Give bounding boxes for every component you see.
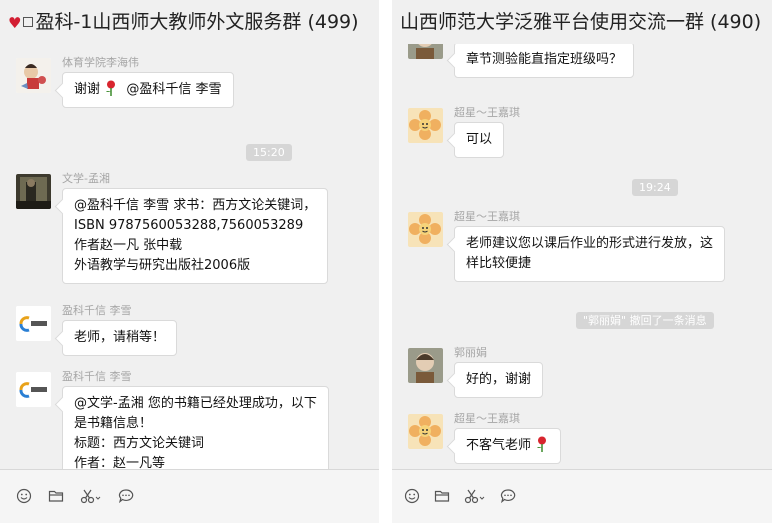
avatar[interactable] [408,348,443,383]
chat-title-bar: 山西师范大学泛雅平台使用交流一群 (490) [392,0,772,44]
message-bubble[interactable]: @盈科千信 李雪 求书：西方文论关键词， ISBN 9787560053288,… [62,188,329,284]
message-text: 好的，谢谢 [466,372,532,387]
brand-logo [16,372,51,407]
message-bubble[interactable]: 可以 [454,122,505,158]
message-text: @盈科千信 李雪 求书：西方文论关键词， [74,198,317,213]
placeholder-glyph-icon [23,16,34,27]
message-bubble[interactable]: 老师建议您以课后作业的形式进行发放，这 样比较便捷 [454,226,726,282]
chat-bubble-icon[interactable] [118,488,134,504]
chat-window-right: 山西师范大学泛雅平台使用交流一群 (490) 章节测验能直指定班级吗？ 超星～王… [392,0,772,523]
emoji-icon[interactable] [16,488,32,504]
message-text: ISBN 9787560053288,7560053289 [74,218,304,233]
sender-name: 盈科千信 李雪 [62,304,132,317]
message-text: 可以 [466,132,493,147]
sender-name: 体育学院李海伟 [62,56,139,69]
message-text: 外语教学与研究出版社2006版 [74,258,251,273]
chat-title: 盈科-1山西师大教师外文服务群 (499) [35,11,359,33]
message-list[interactable]: 体育学院李海伟 谢谢 @盈科千信 李雪 15:20 文学-孟湘 @盈科千信 李雪… [0,44,379,469]
avatar[interactable] [16,372,51,407]
message-text: 老师，请稍等！ [74,330,166,345]
message-text: 是书籍信息！ [74,416,153,431]
avatar[interactable] [16,306,51,341]
scissors-icon[interactable] [464,488,486,504]
message-text: @文学-孟湘 您的书籍已经处理成功，以下 [74,396,317,411]
message-text: 谢谢 [74,82,101,97]
input-toolbar [0,469,379,523]
sender-name: 超星～王嘉琪 [454,210,520,223]
input-toolbar [392,469,772,523]
message-bubble[interactable]: 好的，谢谢 [454,362,544,398]
sender-name: 超星～王嘉琪 [454,106,520,119]
avatar[interactable] [408,414,443,449]
avatar[interactable] [16,58,51,93]
message-text: 不客气老师 [466,438,532,453]
message-text: 作者：赵一凡等 [74,456,166,469]
rose-icon [537,436,547,452]
message-text: 样比较便捷 [466,256,532,271]
scissors-icon[interactable] [80,488,102,504]
message-text: 作者赵一凡 张中载 [74,238,183,253]
recall-notice: "郭丽娟" 撤回了一条消息 [576,312,714,329]
message-text: 标题：西方文论关键词 [74,436,205,451]
message-bubble[interactable]: 老师，请稍等！ [62,320,178,356]
message-list[interactable]: 章节测验能直指定班级吗？ 超星～王嘉琪 可以 19:24 超星～王嘉琪 老师建议… [392,44,772,469]
message-bubble[interactable]: 章节测验能直指定班级吗？ [454,44,635,78]
emoji-icon[interactable] [404,488,420,504]
brand-logo [16,306,51,341]
sender-name: 文学-孟湘 [62,172,110,185]
message-text: 老师建议您以课后作业的形式进行发放，这 [466,236,714,251]
sender-name: 盈科千信 李雪 [62,370,132,383]
chat-bubble-icon[interactable] [500,488,516,504]
message-bubble[interactable]: @文学-孟湘 您的书籍已经处理成功，以下 是书籍信息！ 标题：西方文论关键词 作… [62,386,329,469]
message-text: @盈科千信 李雪 [126,82,222,97]
rose-icon [106,80,116,96]
chat-title: 山西师范大学泛雅平台使用交流一群 (490) [400,11,762,33]
avatar[interactable] [408,108,443,143]
heart-icon: ♥ [8,14,22,32]
chat-title-bar: ♥ 盈科-1山西师大教师外文服务群 (499) [0,0,379,44]
timestamp: 19:24 [632,179,678,196]
timestamp: 15:20 [246,144,292,161]
avatar[interactable] [16,174,51,209]
message-bubble[interactable]: 谢谢 @盈科千信 李雪 [62,72,234,108]
sender-name: 超星～王嘉琪 [454,412,520,425]
sender-name: 郭丽娟 [454,346,487,359]
message-text: 章节测验能直指定班级吗？ [466,52,623,67]
avatar[interactable] [408,44,443,59]
chat-window-left: ♥ 盈科-1山西师大教师外文服务群 (499) 体育学院李海伟 谢谢 @盈科千信 … [0,0,379,523]
folder-icon[interactable] [434,488,450,504]
folder-icon[interactable] [48,488,64,504]
message-bubble[interactable]: 不客气老师 [454,428,562,464]
avatar[interactable] [408,212,443,247]
